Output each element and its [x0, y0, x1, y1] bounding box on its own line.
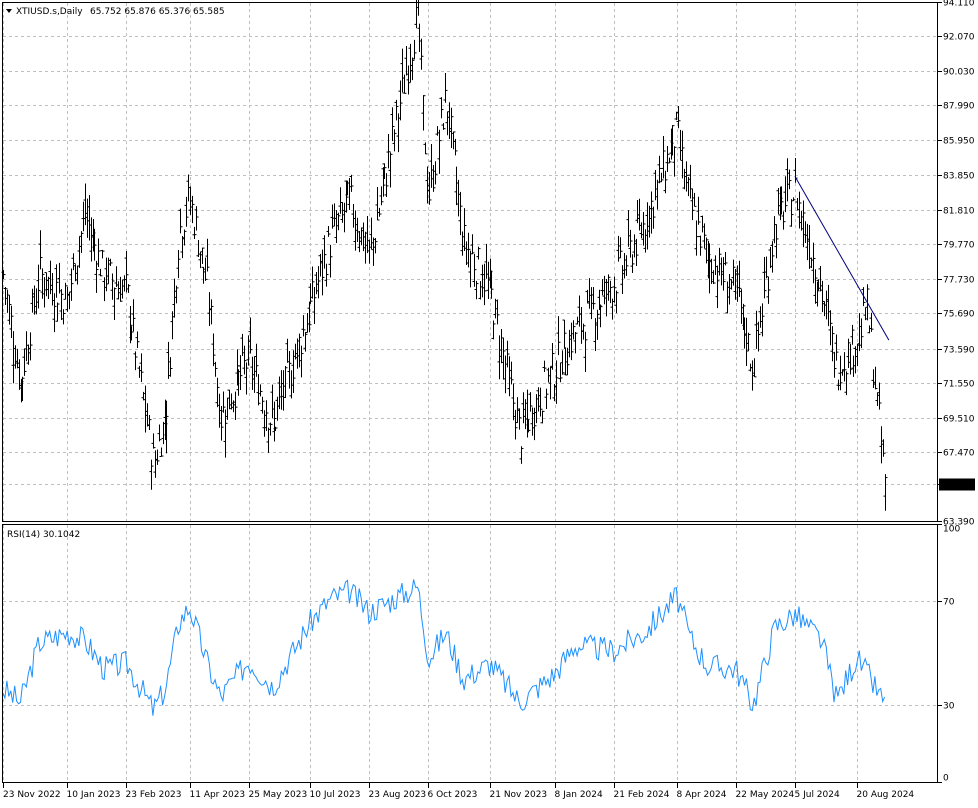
x-tick-label: 23 Feb 2023: [126, 790, 182, 800]
x-tick-label: 8 Jan 2024: [555, 790, 603, 800]
y-tick-label: 79.770: [943, 241, 975, 251]
y-tick-label: 92.070: [943, 33, 975, 43]
x-tick-label: 8 Apr 2024: [677, 790, 727, 800]
y-tick-label: 87.990: [943, 102, 975, 112]
y-tick-label: 81.810: [943, 207, 975, 217]
x-tick-label: 10 Jan 2023: [67, 790, 121, 800]
y-tick-label: 77.730: [943, 276, 975, 286]
x-tick-label: 21 Feb 2024: [614, 790, 670, 800]
x-tick-label: 22 May 2024: [736, 790, 795, 800]
chart-canvas: 94.110 92.070 90.030 87.990 85.950 83.850 81.8…: [0, 0, 978, 805]
x-tick-label: 10 Jul 2023: [310, 790, 361, 800]
rsi-tick-label: 100: [943, 525, 960, 535]
y-tick-label: 94.110: [943, 0, 975, 9]
rsi-tick-label: 30: [943, 702, 955, 712]
x-tick-label: 5 Jul 2024: [795, 790, 840, 800]
chart-background: [0, 0, 978, 805]
current-price-label: 65.585: [943, 481, 975, 491]
y-tick-label: 71.550: [943, 380, 975, 390]
y-tick-label: 73.590: [943, 346, 975, 356]
rsi-title: RSI(14) 30.1042: [7, 530, 80, 540]
rsi-tick-label: 0: [943, 774, 949, 784]
ohlc-values: 65.752 65.876 65.376 65.585: [90, 7, 225, 17]
x-tick-label: 23 Nov 2022: [3, 790, 61, 800]
y-tick-label: 67.470: [943, 449, 975, 459]
y-tick-label: 69.510: [943, 415, 975, 425]
x-tick-label: 21 Nov 2023: [490, 790, 548, 800]
x-tick-label: 6 Oct 2023: [428, 790, 478, 800]
y-tick-label: 85.950: [943, 137, 975, 147]
x-tick-label: 25 May 2023: [249, 790, 308, 800]
rsi-tick-label: 70: [943, 598, 955, 608]
x-tick-label: 20 Aug 2024: [857, 790, 915, 800]
y-tick-label: 75.690: [943, 310, 975, 320]
symbol-title: XTIUSD.s,Daily: [16, 7, 83, 17]
y-tick-label: 83.850: [943, 172, 975, 182]
x-tick-label: 23 Aug 2023: [369, 790, 427, 800]
x-tick-label: 11 Apr 2023: [190, 790, 246, 800]
y-tick-label: 90.030: [943, 68, 975, 78]
